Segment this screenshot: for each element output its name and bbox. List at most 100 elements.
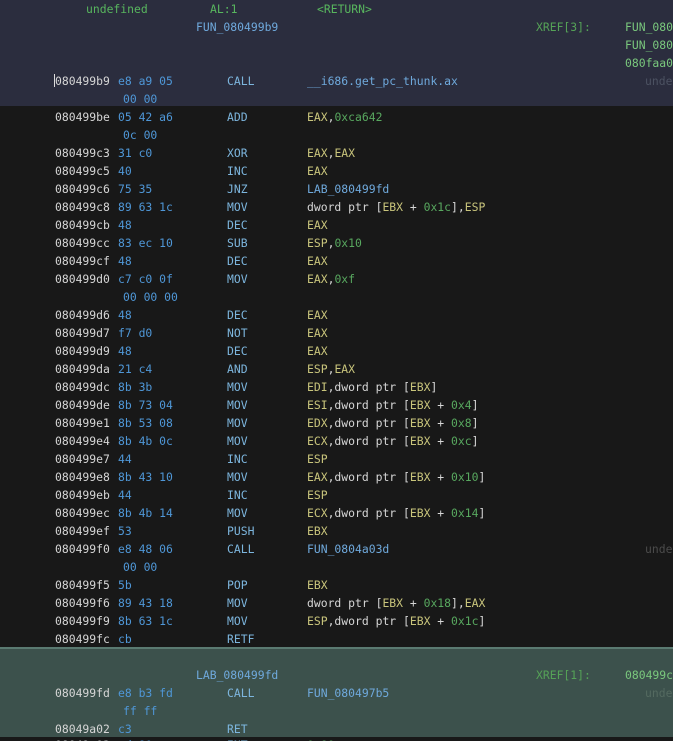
truncated-hint[interactable]: unde (645, 72, 672, 90)
operands[interactable]: EAX,dword ptr [EBX + 0x10] (307, 468, 485, 486)
instruction-row[interactable]: 080499b9e8 a9 05CALL__i686.get_pc_thunk.… (0, 72, 673, 90)
operands[interactable]: ESP (307, 450, 328, 468)
instruction-bytes[interactable]: 8b 43 10 (118, 468, 173, 486)
mnemonic[interactable]: DEC (227, 252, 248, 270)
bytes-overflow-row[interactable]: 0c 00 (0, 126, 673, 144)
mnemonic[interactable]: XOR (227, 144, 248, 162)
mnemonic[interactable]: MOV (227, 414, 248, 432)
instruction-bytes[interactable]: 31 c0 (118, 144, 152, 162)
xref-row[interactable]: FUN_080 (0, 36, 673, 54)
instruction-row[interactable]: 080499eb44INCESP (0, 486, 673, 504)
address[interactable]: 080499dc (55, 378, 110, 396)
operands[interactable]: EAX (307, 342, 328, 360)
operands[interactable]: LAB_080499fd (307, 180, 389, 198)
instruction-row[interactable]: 080499c889 63 1cMOVdword ptr [EBX + 0x1c… (0, 198, 673, 216)
instruction-row[interactable]: 080499d648DECEAX (0, 306, 673, 324)
signature-return-marker[interactable]: <RETURN> (317, 0, 372, 18)
instruction-bytes[interactable]: 40 (118, 162, 132, 180)
address[interactable]: 080499de (55, 396, 110, 414)
address[interactable]: 080499e8 (55, 468, 110, 486)
operands[interactable]: EBX (307, 522, 328, 540)
xref-target[interactable]: FUN_080 (625, 18, 673, 36)
xref-target[interactable]: 080faa0 (625, 54, 673, 72)
instruction-row[interactable]: 080499e744INCESP (0, 450, 673, 468)
mnemonic[interactable]: ADD (227, 108, 248, 126)
address[interactable]: 080499f6 (55, 594, 110, 612)
instruction-row[interactable]: 080499f0e8 48 06CALLFUN_0804a03dunde (0, 540, 673, 558)
xref-row[interactable]: 080faa0 (0, 54, 673, 72)
operands[interactable]: dword ptr [EBX + 0x18],EAX (307, 594, 485, 612)
instruction-bytes[interactable]: 8b 4b 14 (118, 504, 173, 522)
mnemonic[interactable]: MOV (227, 270, 248, 288)
instruction-bytes-overflow[interactable]: 00 00 00 (123, 288, 178, 306)
operands[interactable]: EDX,dword ptr [EBX + 0x8] (307, 414, 478, 432)
address[interactable]: 080499fc (55, 630, 110, 648)
address[interactable]: 080499cc (55, 234, 110, 252)
mnemonic[interactable]: MOV (227, 468, 248, 486)
address[interactable]: 080499e7 (55, 450, 110, 468)
instruction-bytes[interactable]: 89 43 18 (118, 594, 173, 612)
instruction-bytes[interactable]: 83 ec 10 (118, 234, 173, 252)
disassembly-listing[interactable]: undefinedAL:1<RETURN>FUN_080499b9XREF[3]… (0, 0, 673, 741)
address[interactable]: 080499f9 (55, 612, 110, 630)
instruction-bytes[interactable]: 5b (118, 576, 132, 594)
mnemonic[interactable]: MOV (227, 504, 248, 522)
instruction-bytes[interactable]: 44 (118, 486, 132, 504)
address[interactable]: 080499b9 (55, 72, 110, 90)
operands[interactable]: EAX,0xf (307, 270, 355, 288)
instruction-row[interactable]: 080499f55bPOPEBX (0, 576, 673, 594)
address[interactable]: 080499ef (55, 522, 110, 540)
address[interactable]: 080499c8 (55, 198, 110, 216)
instruction-row[interactable]: 080499de8b 73 04MOVESI,dword ptr [EBX + … (0, 396, 673, 414)
instruction-row[interactable]: 080499d0 c7 c0 0f MOV EAX,0xf (0, 270, 673, 288)
instruction-bytes[interactable]: 48 (118, 306, 132, 324)
instruction-row[interactable]: 080499da21 c4ANDESP,EAX (0, 360, 673, 378)
address[interactable]: 080499eb (55, 486, 110, 504)
mnemonic[interactable]: CALL (227, 72, 254, 90)
address[interactable]: 080499fd (55, 684, 110, 702)
mnemonic[interactable]: JNZ (227, 180, 248, 198)
function-signature-row[interactable]: undefinedAL:1<RETURN> (0, 0, 673, 18)
operands[interactable]: 0x80 (307, 736, 334, 741)
xref-target[interactable]: 080499c (625, 666, 673, 684)
instruction-bytes[interactable]: cb (118, 630, 132, 648)
mnemonic[interactable]: CALL (227, 540, 254, 558)
instruction-bytes[interactable]: f7 d0 (118, 324, 152, 342)
instruction-row[interactable]: 080499cf48DECEAX (0, 252, 673, 270)
address[interactable]: 080499d0 (55, 270, 110, 288)
mnemonic[interactable]: INC (227, 162, 248, 180)
mnemonic[interactable]: INC (227, 450, 248, 468)
code-label[interactable]: LAB_080499fd (196, 666, 278, 684)
mnemonic[interactable]: MOV (227, 378, 248, 396)
instruction-row[interactable]: 080499e18b 53 08MOVEDX,dword ptr [EBX + … (0, 414, 673, 432)
operands[interactable]: EAX,0xca642 (307, 108, 382, 126)
instruction-row[interactable]: 080499d948DECEAX (0, 342, 673, 360)
operands[interactable]: EBX (307, 576, 328, 594)
truncated-hint[interactable]: unde (645, 684, 672, 702)
instruction-bytes[interactable]: e8 48 06 (118, 540, 173, 558)
instruction-bytes[interactable]: 8b 63 1c (118, 612, 173, 630)
operands[interactable]: ESP,0x10 (307, 234, 362, 252)
mnemonic[interactable]: DEC (227, 342, 248, 360)
instruction-bytes[interactable]: 8b 53 08 (118, 414, 173, 432)
mnemonic[interactable]: NOT (227, 324, 248, 342)
instruction-bytes-overflow[interactable]: 00 00 (123, 90, 157, 108)
bytes-overflow-row[interactable]: ff ff (0, 702, 673, 720)
instruction-row-clipped[interactable]: 08049a03cd 80INT0x80 (0, 736, 673, 741)
instruction-bytes[interactable]: 8b 4b 0c (118, 432, 173, 450)
instruction-bytes[interactable]: c7 c0 0f (118, 270, 173, 288)
instruction-row[interactable]: 080499fc cb RETF (0, 630, 673, 648)
mnemonic[interactable]: INT (227, 736, 248, 741)
address[interactable]: 080499c5 (55, 162, 110, 180)
mnemonic[interactable]: MOV (227, 198, 248, 216)
instruction-bytes[interactable]: 48 (118, 252, 132, 270)
instruction-row[interactable]: 080499c675 35JNZLAB_080499fd (0, 180, 673, 198)
function-label[interactable]: FUN_080499b9 (196, 18, 278, 36)
operands[interactable]: FUN_080497b5 (307, 684, 389, 702)
mnemonic[interactable]: MOV (227, 396, 248, 414)
operands[interactable]: EAX (307, 324, 328, 342)
instruction-row[interactable]: 080499d7f7 d0NOTEAX (0, 324, 673, 342)
mnemonic[interactable]: RETF (227, 630, 254, 648)
address[interactable]: 080499ec (55, 504, 110, 522)
instruction-bytes[interactable]: 53 (118, 522, 132, 540)
